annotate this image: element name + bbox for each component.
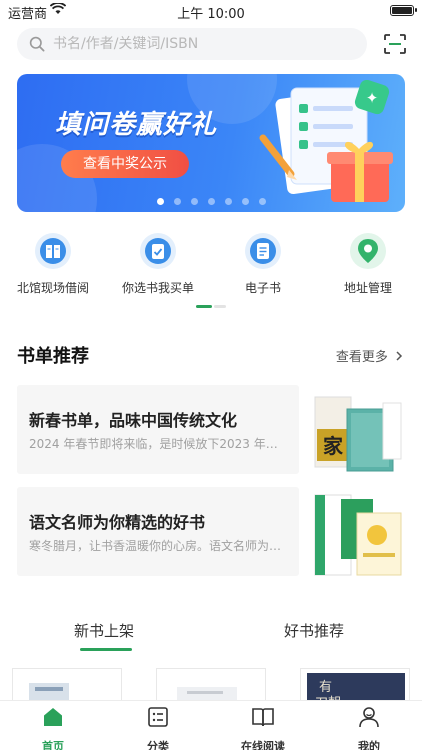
scan-icon[interactable] — [383, 33, 407, 55]
booklist-card[interactable]: 语文名师为你精选的好书 寒冬腊月，让书香温暖你的心房。语文名师为你精选 — [17, 487, 299, 576]
section-title: 书单推荐 — [17, 346, 89, 367]
open-book-icon — [252, 708, 274, 727]
quick-nav: 北馆现场借阅 你选书我买单 电子书 地址管理 — [0, 233, 422, 299]
booklist-cover-image: 家 — [314, 396, 402, 472]
content-tabs: 新书上架 好书推荐 — [0, 612, 422, 652]
tab-categories[interactable]: 分类 — [118, 705, 198, 750]
new-books-strip: 有刀朝 — [0, 664, 422, 704]
quick-nav-ebook[interactable]: 电子书 — [213, 233, 313, 296]
home-icon — [44, 708, 62, 726]
quick-nav-onsite-borrow[interactable]: 北馆现场借阅 — [3, 233, 103, 296]
view-winners-button[interactable]: 查看中奖公示 — [61, 150, 189, 178]
pager-dot[interactable] — [224, 198, 232, 205]
ebook-icon — [245, 233, 281, 269]
quick-nav-page-indicator — [196, 305, 226, 308]
active-tab-indicator — [80, 648, 132, 651]
banner-title: 填问卷赢好礼 — [55, 110, 218, 140]
see-more-link[interactable]: 查看更多 — [336, 346, 404, 365]
svg-text:✦: ✦ — [366, 89, 379, 107]
pager-dot[interactable] — [156, 198, 164, 205]
svg-text:家: 家 — [323, 434, 344, 458]
book-cover-image — [29, 683, 69, 704]
questionnaire-gift-illustration: ✦ — [259, 80, 393, 202]
quick-nav-label: 电子书 — [244, 281, 281, 295]
bottom-tab-bar: 首页 分类 在线阅读 我的 — [0, 700, 422, 750]
book-card[interactable] — [156, 668, 266, 704]
banner-pager[interactable] — [17, 198, 405, 205]
tab-label: 分类 — [147, 740, 169, 750]
search-icon — [29, 36, 45, 52]
quick-nav-label: 你选书我买单 — [121, 281, 194, 295]
tab-label: 在线阅读 — [241, 740, 285, 750]
book-card[interactable] — [12, 668, 122, 704]
search-bar — [0, 24, 422, 64]
booklist-card-description: 寒冬腊月，让书香温暖你的心房。语文名师为你精选 — [29, 539, 287, 553]
book-cover-image: 有刀朝 — [307, 673, 405, 704]
book-cover-image — [177, 687, 237, 704]
pager-dot[interactable] — [190, 198, 198, 205]
promo-banner[interactable]: 填问卷赢好礼 查看中奖公示 ✦ — [17, 74, 405, 212]
pager-dot[interactable] — [241, 198, 249, 205]
tab-label: 我的 — [358, 740, 380, 750]
pager-dot[interactable] — [258, 198, 266, 205]
tab-label: 首页 — [42, 740, 64, 750]
quick-nav-label: 地址管理 — [343, 281, 392, 295]
booklist-cover-image — [314, 494, 402, 576]
tab-online-reading[interactable]: 在线阅读 — [223, 705, 303, 750]
location-pin-icon — [350, 233, 386, 269]
search-input[interactable] — [53, 28, 353, 60]
chevron-right-icon — [396, 351, 403, 361]
pager-dot[interactable] — [207, 198, 215, 205]
pager-dot[interactable] — [173, 198, 181, 205]
battery-icon — [390, 5, 417, 16]
clock: 上午 10:00 — [177, 7, 245, 22]
status-bar: 运营商 上午 10:00 — [0, 0, 422, 22]
booklist-card-description: 2024 年春节即将来临，是时候放下2023 年的忙碌 — [29, 437, 287, 451]
page-indicator-active — [196, 305, 212, 308]
page-indicator-inactive — [214, 305, 226, 308]
tab-profile[interactable]: 我的 — [329, 705, 409, 750]
tab-home[interactable]: 首页 — [13, 705, 93, 750]
book-card[interactable]: 有刀朝 — [300, 668, 410, 704]
quick-nav-address[interactable]: 地址管理 — [318, 233, 418, 296]
book-open-icon — [35, 233, 71, 269]
booklist-card-title: 新春书单，品味中国传统文化 — [29, 411, 238, 430]
search-field[interactable] — [17, 28, 367, 60]
tab-recommended-books[interactable]: 好书推荐 — [284, 620, 344, 641]
category-list-icon — [148, 707, 168, 727]
quick-nav-you-pick-we-buy[interactable]: 你选书我买单 — [108, 233, 208, 296]
book-check-icon — [140, 233, 176, 269]
app-screen: 运营商 上午 10:00 填问卷赢好礼 查看中奖公示 — [0, 0, 422, 750]
svg-text:有: 有 — [319, 680, 332, 695]
booklist-card[interactable]: 新春书单，品味中国传统文化 2024 年春节即将来临，是时候放下2023 年的忙… — [17, 385, 299, 474]
quick-nav-label: 北馆现场借阅 — [16, 281, 89, 295]
booklist-card-title: 语文名师为你精选的好书 — [29, 513, 206, 532]
tab-new-arrivals[interactable]: 新书上架 — [74, 620, 134, 641]
user-icon — [359, 707, 379, 728]
see-more-label: 查看更多 — [335, 350, 388, 365]
